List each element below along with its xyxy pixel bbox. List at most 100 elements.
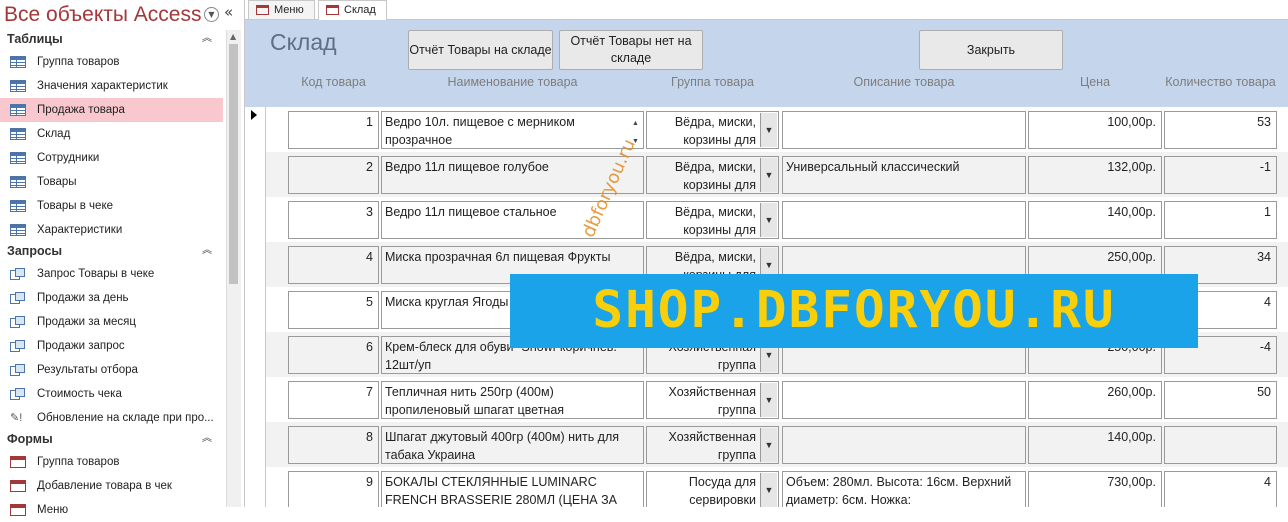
record-selector[interactable] bbox=[245, 332, 266, 377]
nav-item[interactable]: Стоимость чека bbox=[0, 382, 226, 406]
nav-item[interactable]: Результаты отбора bbox=[0, 358, 226, 382]
dropdown-arrow-icon[interactable]: ▼ bbox=[760, 383, 777, 417]
collapse-chevron-icon[interactable]: ︽ bbox=[202, 430, 212, 448]
nav-item[interactable]: Группа товаров bbox=[0, 50, 226, 74]
code-field-value: 3 bbox=[366, 205, 373, 219]
description-field[interactable] bbox=[782, 426, 1026, 464]
description-field[interactable] bbox=[782, 111, 1026, 149]
tab-label: Меню bbox=[274, 4, 304, 16]
nav-pane-title[interactable]: Все объекты Access bbox=[4, 3, 202, 27]
form-title: Склад bbox=[270, 29, 337, 55]
dropdown-arrow-icon[interactable]: ▼ bbox=[760, 203, 777, 237]
name-field[interactable]: БОКАЛЫ СТЕКЛЯННЫЕ LUMINARC FRENCH BRASSE… bbox=[381, 471, 644, 507]
group-combobox[interactable]: Вёдра, миски, корзины для▼ bbox=[646, 201, 779, 239]
code-field[interactable]: 7 bbox=[288, 381, 379, 419]
record-selector[interactable] bbox=[245, 377, 266, 422]
nav-section-header[interactable]: Запросы ︽ bbox=[0, 242, 226, 262]
price-field[interactable]: 132,00р. bbox=[1028, 156, 1162, 194]
dropdown-arrow-icon[interactable]: ▼ bbox=[760, 158, 777, 192]
record-selector[interactable] bbox=[245, 422, 266, 467]
description-field[interactable] bbox=[782, 201, 1026, 239]
dropdown-arrow-icon[interactable]: ▼ bbox=[760, 473, 777, 507]
report-in-stock-button[interactable]: Отчёт Товары на складе bbox=[408, 30, 553, 70]
nav-section-header[interactable]: Таблицы ︽ bbox=[0, 30, 226, 50]
report-not-in-stock-button[interactable]: Отчёт Товары нет на складе bbox=[559, 30, 703, 70]
shutter-bar-collapse-icon[interactable]: « bbox=[224, 3, 233, 21]
quantity-field[interactable]: 4 bbox=[1164, 471, 1277, 507]
description-field[interactable]: Объем: 280мл. Высота: 16см. Верхний диам… bbox=[782, 471, 1026, 507]
nav-item[interactable]: Продажа товара bbox=[0, 98, 223, 122]
group-combobox[interactable]: Посуда для сервировки ▼ bbox=[646, 471, 779, 507]
nav-item[interactable]: Группа товаров bbox=[0, 450, 226, 474]
form-icon bbox=[256, 5, 269, 15]
scrollbar-thumb[interactable] bbox=[229, 44, 238, 284]
nav-item[interactable]: ✎! Обновление на складе при про... bbox=[0, 406, 226, 430]
quantity-field[interactable] bbox=[1164, 426, 1277, 464]
group-combobox[interactable]: Вёдра, миски, корзины для▼ bbox=[646, 156, 779, 194]
nav-item[interactable]: Продажи за месяц bbox=[0, 310, 226, 334]
table-icon bbox=[10, 200, 26, 212]
close-button[interactable]: Закрыть bbox=[919, 30, 1063, 70]
nav-item[interactable]: Товары bbox=[0, 170, 226, 194]
name-field[interactable]: Шпагат джутовый 400гр (400м) нить для та… bbox=[381, 426, 644, 464]
nav-item[interactable]: Запрос Товары в чеке bbox=[0, 262, 226, 286]
nav-pane-scrollbar[interactable]: ▲ bbox=[226, 30, 241, 507]
nav-pane-menu-icon[interactable]: ▼ bbox=[204, 7, 219, 22]
quantity-field[interactable]: 53 bbox=[1164, 111, 1277, 149]
nav-item[interactable]: Характеристики bbox=[0, 218, 226, 242]
dropdown-arrow-icon[interactable]: ▼ bbox=[760, 428, 777, 462]
record-selector[interactable] bbox=[245, 287, 266, 332]
nav-item[interactable]: Значения характеристик bbox=[0, 74, 226, 98]
scroll-up-icon[interactable]: ▲ bbox=[230, 32, 236, 41]
tab-menu[interactable]: Меню bbox=[248, 0, 315, 19]
record-selector[interactable] bbox=[245, 107, 266, 152]
record-selector[interactable] bbox=[245, 242, 266, 287]
price-field[interactable]: 260,00р. bbox=[1028, 381, 1162, 419]
table-icon bbox=[10, 80, 26, 92]
code-field[interactable]: 9 bbox=[288, 471, 379, 507]
tab-label: Склад bbox=[344, 4, 376, 16]
record-selector[interactable] bbox=[245, 152, 266, 197]
description-field[interactable] bbox=[782, 381, 1026, 419]
code-field[interactable]: 4 bbox=[288, 246, 379, 284]
nav-item[interactable]: Склад bbox=[0, 122, 226, 146]
quantity-field[interactable]: 1 bbox=[1164, 201, 1277, 239]
nav-item[interactable]: Продажи запрос bbox=[0, 334, 226, 358]
code-field-value: 9 bbox=[366, 475, 373, 489]
record-selector[interactable] bbox=[245, 197, 266, 242]
nav-item[interactable]: Сотрудники bbox=[0, 146, 226, 170]
code-field[interactable]: 6 bbox=[288, 336, 379, 374]
group-combobox[interactable]: Вёдра, миски, корзины для▼ bbox=[646, 111, 779, 149]
dropdown-arrow-icon[interactable]: ▼ bbox=[760, 113, 777, 147]
name-field[interactable]: Тепличная нить 250гр (400м) пропиленовый… bbox=[381, 381, 644, 419]
nav-item[interactable]: Товары в чеке bbox=[0, 194, 226, 218]
code-field[interactable]: 8 bbox=[288, 426, 379, 464]
code-field[interactable]: 2 bbox=[288, 156, 379, 194]
scroll-up-icon[interactable]: ▲ bbox=[632, 115, 639, 133]
price-field[interactable]: 100,00р. bbox=[1028, 111, 1162, 149]
price-field[interactable]: 140,00р. bbox=[1028, 426, 1162, 464]
description-field[interactable]: Универсальный классический bbox=[782, 156, 1026, 194]
name-field[interactable]: Ведро 10л. пищевое с мерником прозрачное… bbox=[381, 111, 644, 149]
nav-section-header[interactable]: Формы ︽ bbox=[0, 430, 226, 450]
collapse-chevron-icon[interactable]: ︽ bbox=[202, 242, 212, 260]
nav-item-label: Значения характеристик bbox=[37, 80, 168, 92]
quantity-field[interactable]: 50 bbox=[1164, 381, 1277, 419]
quantity-field[interactable]: -1 bbox=[1164, 156, 1277, 194]
price-field[interactable]: 140,00р. bbox=[1028, 201, 1162, 239]
record-selector[interactable] bbox=[245, 467, 266, 507]
nav-item[interactable]: Продажи за день bbox=[0, 286, 226, 310]
group-combobox[interactable]: Хозяйственная группа▼ bbox=[646, 381, 779, 419]
nav-item-label: Меню bbox=[37, 504, 69, 516]
query-icon bbox=[10, 388, 26, 400]
nav-item[interactable]: Меню bbox=[0, 498, 226, 522]
code-field[interactable]: 3 bbox=[288, 201, 379, 239]
group-combobox[interactable]: Хозяйственная группа▼ bbox=[646, 426, 779, 464]
collapse-chevron-icon[interactable]: ︽ bbox=[202, 30, 212, 48]
price-field[interactable]: 730,00р. bbox=[1028, 471, 1162, 507]
nav-item[interactable]: Добавление товара в чек bbox=[0, 474, 226, 498]
code-field[interactable]: 1 bbox=[288, 111, 379, 149]
code-field[interactable]: 5 bbox=[288, 291, 379, 329]
tab-sklad[interactable]: Склад bbox=[318, 0, 387, 21]
group-combobox-value: Хозяйственная группа bbox=[668, 430, 756, 462]
